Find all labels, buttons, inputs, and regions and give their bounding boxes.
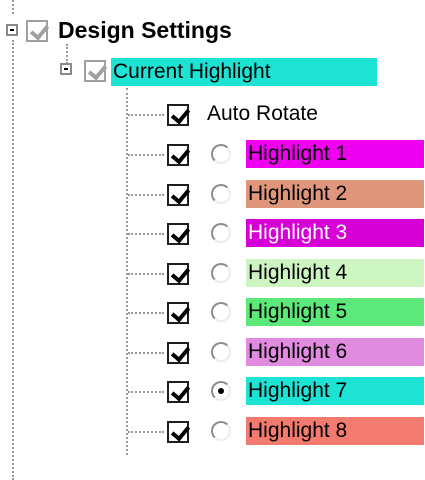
highlight-checkbox[interactable] <box>167 302 191 324</box>
highlight-label[interactable]: Highlight 7 <box>246 377 424 405</box>
highlight-connector <box>128 233 164 235</box>
group-expander-icon[interactable] <box>60 63 72 75</box>
highlight-label[interactable]: Highlight 8 <box>246 416 424 445</box>
highlight-label[interactable]: Highlight 5 <box>246 298 424 326</box>
highlight-connector <box>128 154 164 156</box>
highlight-label[interactable]: Highlight 2 <box>246 179 424 208</box>
highlight-label[interactable]: Highlight 3 <box>246 219 424 247</box>
group-connector-line <box>66 44 68 64</box>
root-connector-line-lower <box>12 40 14 480</box>
highlight-checkbox[interactable] <box>167 420 191 443</box>
auto-rotate-label[interactable]: Auto Rotate <box>205 100 318 128</box>
auto-rotate-connector <box>128 114 164 116</box>
highlight-connector <box>128 391 164 393</box>
highlight-radio[interactable] <box>211 223 231 243</box>
highlight-radio[interactable] <box>211 381 231 401</box>
highlight-label[interactable]: Highlight 4 <box>246 258 424 287</box>
root-connector-line <box>12 0 14 14</box>
root-checkbox[interactable] <box>26 20 50 42</box>
highlight-radio[interactable] <box>211 302 231 322</box>
highlight-connector <box>128 312 164 314</box>
root-expander-icon[interactable] <box>6 24 18 36</box>
highlight-radio[interactable] <box>211 341 231 362</box>
highlight-label[interactable]: Highlight 6 <box>246 337 424 366</box>
highlight-checkbox[interactable] <box>167 144 191 166</box>
highlight-label[interactable]: Highlight 1 <box>246 140 424 168</box>
highlight-checkbox[interactable] <box>167 381 191 403</box>
group-checkbox[interactable] <box>84 60 108 82</box>
highlight-radio[interactable] <box>211 183 231 204</box>
group-label[interactable]: Current Highlight <box>111 58 377 86</box>
highlight-radio[interactable] <box>211 262 231 283</box>
highlight-checkbox[interactable] <box>167 183 191 206</box>
root-label[interactable]: Design Settings <box>56 16 232 44</box>
children-connector-line <box>126 88 128 455</box>
highlight-checkbox[interactable] <box>167 223 191 245</box>
auto-rotate-checkbox[interactable] <box>167 104 191 126</box>
highlight-connector <box>128 193 164 196</box>
highlight-radio[interactable] <box>211 420 231 441</box>
highlight-checkbox[interactable] <box>167 341 191 364</box>
settings-tree: Design Settings Current Highlight Auto R… <box>0 0 425 480</box>
highlight-connector <box>128 351 164 354</box>
highlight-connector <box>128 430 164 433</box>
highlight-checkbox[interactable] <box>167 262 191 285</box>
highlight-radio[interactable] <box>211 144 231 164</box>
highlight-connector <box>128 272 164 275</box>
